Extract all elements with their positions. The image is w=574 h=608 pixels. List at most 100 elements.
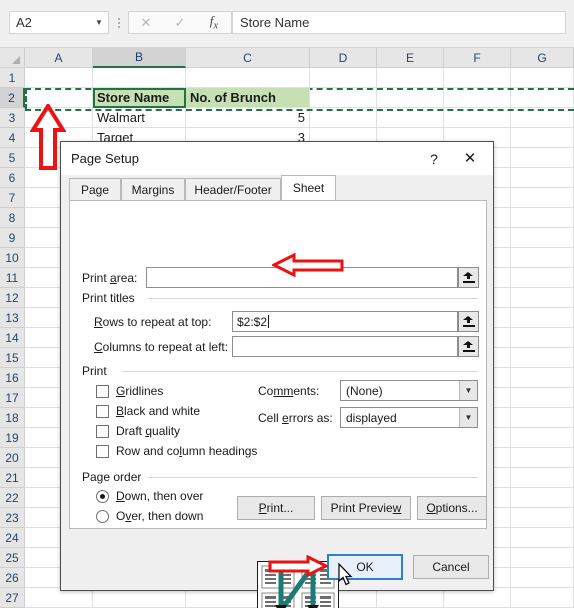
- print-area-collapse-icon[interactable]: [458, 267, 479, 288]
- cell-E1[interactable]: [377, 68, 444, 88]
- row-header-24[interactable]: 24: [0, 528, 25, 548]
- tab-page[interactable]: Page: [69, 178, 121, 200]
- checkbox-black-and-white-label[interactable]: Black and white: [116, 404, 200, 418]
- cell-G19[interactable]: [511, 428, 574, 448]
- cell-C2[interactable]: No. of Brunch: [186, 88, 310, 108]
- row-header-10[interactable]: 10: [0, 248, 25, 268]
- tab-sheet[interactable]: Sheet: [281, 175, 336, 200]
- cell-G9[interactable]: [511, 228, 574, 248]
- cell-E3[interactable]: [377, 108, 444, 128]
- row-header-19[interactable]: 19: [0, 428, 25, 448]
- checkbox-row-column-headings-label[interactable]: Row and column headings: [116, 444, 257, 458]
- row-header-16[interactable]: 16: [0, 368, 25, 388]
- radio-over-then-down[interactable]: [96, 510, 109, 523]
- chevron-down-icon[interactable]: ▼: [90, 18, 108, 27]
- chevron-down-icon[interactable]: ▼: [459, 408, 477, 427]
- options-button[interactable]: Options...: [417, 496, 487, 520]
- column-header-b[interactable]: B: [93, 48, 186, 68]
- row-header-26[interactable]: 26: [0, 568, 25, 588]
- row-header-7[interactable]: 7: [0, 188, 25, 208]
- row-header-23[interactable]: 23: [0, 508, 25, 528]
- column-header-g[interactable]: G: [511, 48, 574, 68]
- checkbox-gridlines-label[interactable]: Gridlines: [116, 384, 163, 398]
- column-header-f[interactable]: F: [444, 48, 511, 68]
- row-header-9[interactable]: 9: [0, 228, 25, 248]
- cell-D3[interactable]: [310, 108, 377, 128]
- checkbox-black-and-white[interactable]: [96, 405, 109, 418]
- cell-G18[interactable]: [511, 408, 574, 428]
- chevron-down-icon[interactable]: ▼: [459, 381, 477, 400]
- print-button[interactable]: Print...: [237, 496, 315, 520]
- row-header-1[interactable]: 1: [0, 68, 25, 88]
- row-header-12[interactable]: 12: [0, 288, 25, 308]
- radio-down-then-over-label[interactable]: Down, then over: [116, 489, 203, 503]
- cell-G7[interactable]: [511, 188, 574, 208]
- row-header-4[interactable]: 4: [0, 128, 25, 148]
- cell-G20[interactable]: [511, 448, 574, 468]
- column-header-d[interactable]: D: [310, 48, 377, 68]
- fx-icon[interactable]: fx: [198, 14, 230, 31]
- name-box[interactable]: A2 ▼: [9, 11, 109, 34]
- cell-D1[interactable]: [310, 68, 377, 88]
- column-header-e[interactable]: E: [377, 48, 444, 68]
- formula-input[interactable]: Store Name: [232, 11, 566, 34]
- rows-to-repeat-input[interactable]: $2:$2: [232, 311, 458, 332]
- cell-A1[interactable]: [25, 68, 93, 88]
- cell-F27[interactable]: [444, 588, 511, 608]
- cell-G25[interactable]: [511, 548, 574, 568]
- cell-G27[interactable]: [511, 588, 574, 608]
- cell-G21[interactable]: [511, 468, 574, 488]
- cell-F2[interactable]: [444, 88, 511, 108]
- cell-G3[interactable]: [511, 108, 574, 128]
- row-header-6[interactable]: 6: [0, 168, 25, 188]
- cell-F1[interactable]: [444, 68, 511, 88]
- row-header-20[interactable]: 20: [0, 448, 25, 468]
- cell-E2[interactable]: [377, 88, 444, 108]
- checkbox-gridlines[interactable]: [96, 385, 109, 398]
- comments-dropdown[interactable]: (None) ▼: [340, 380, 478, 401]
- cell-G24[interactable]: [511, 528, 574, 548]
- column-header-a[interactable]: A: [25, 48, 93, 68]
- columns-to-repeat-collapse-icon[interactable]: [458, 336, 479, 357]
- print-preview-button[interactable]: Print Preview: [321, 496, 411, 520]
- radio-over-then-down-label[interactable]: Over, then down: [116, 509, 203, 523]
- cell-F3[interactable]: [444, 108, 511, 128]
- checkbox-draft-quality-label[interactable]: Draft quality: [116, 424, 180, 438]
- rows-to-repeat-collapse-icon[interactable]: [458, 311, 479, 332]
- cell-G16[interactable]: [511, 368, 574, 388]
- row-header-2[interactable]: 2: [0, 88, 25, 108]
- row-header-15[interactable]: 15: [0, 348, 25, 368]
- cell-B1[interactable]: [93, 68, 186, 88]
- check-icon[interactable]: ✓: [164, 16, 196, 29]
- cell-G15[interactable]: [511, 348, 574, 368]
- cell-E27[interactable]: [377, 588, 444, 608]
- cell-G8[interactable]: [511, 208, 574, 228]
- cell-G6[interactable]: [511, 168, 574, 188]
- cell-D2[interactable]: [310, 88, 377, 108]
- row-header-25[interactable]: 25: [0, 548, 25, 568]
- cell-C1[interactable]: [186, 68, 310, 88]
- cell-G14[interactable]: [511, 328, 574, 348]
- checkbox-draft-quality[interactable]: [96, 425, 109, 438]
- columns-to-repeat-input[interactable]: [232, 336, 458, 357]
- cell-G23[interactable]: [511, 508, 574, 528]
- row-header-21[interactable]: 21: [0, 468, 25, 488]
- cell-G22[interactable]: [511, 488, 574, 508]
- row-header-3[interactable]: 3: [0, 108, 25, 128]
- close-icon[interactable]: ✕: [130, 16, 162, 29]
- row-header-5[interactable]: 5: [0, 148, 25, 168]
- cell-G10[interactable]: [511, 248, 574, 268]
- row-header-14[interactable]: 14: [0, 328, 25, 348]
- row-header-27[interactable]: 27: [0, 588, 25, 608]
- cell-B3[interactable]: Walmart: [93, 108, 186, 128]
- cell-G26[interactable]: [511, 568, 574, 588]
- cell-G4[interactable]: [511, 128, 574, 148]
- cancel-button[interactable]: Cancel: [413, 555, 489, 579]
- cell-G5[interactable]: [511, 148, 574, 168]
- cell-G13[interactable]: [511, 308, 574, 328]
- tab-margins[interactable]: Margins: [121, 178, 185, 200]
- tab-header-footer[interactable]: Header/Footer: [185, 178, 281, 200]
- checkbox-row-column-headings[interactable]: [96, 445, 109, 458]
- cell-G1[interactable]: [511, 68, 574, 88]
- cell-C3[interactable]: 5: [186, 108, 310, 128]
